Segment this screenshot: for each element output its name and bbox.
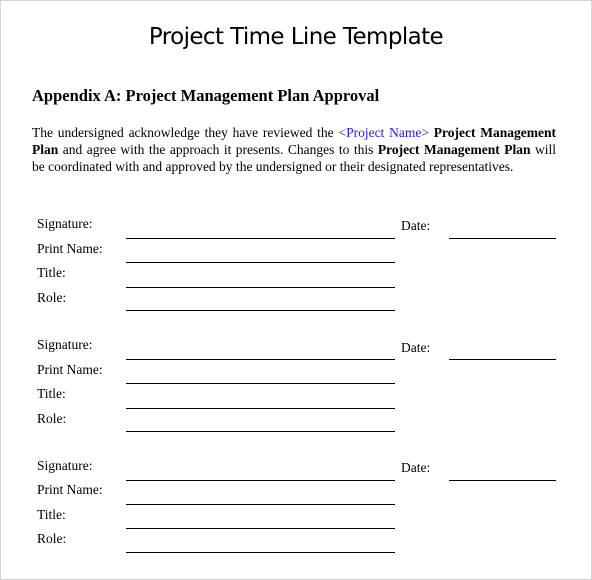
paragraph-text: and agree with the approach it presents.… [58,142,378,157]
signature-block: Signature: Date: Print Name: Title: Role… [0,216,592,326]
signature-label: Signature: [37,458,93,473]
signature-line[interactable] [126,480,395,481]
role-label: Role: [37,531,67,546]
signature-label: Signature: [37,216,93,231]
date-label: Date: [401,460,431,475]
appendix-heading: Appendix A: Project Management Plan Appr… [32,86,380,105]
role-line[interactable] [126,310,395,311]
role-label: Role: [37,411,67,426]
signature-block: Signature: Date: Print Name: Title: Role… [0,337,592,447]
role-line[interactable] [126,431,395,432]
title-line[interactable] [126,528,395,529]
title-label: Title: [37,507,66,522]
print-name-label: Print Name: [37,241,103,256]
paragraph-bold: Project Management Plan [377,142,531,157]
print-name-line[interactable] [126,504,395,505]
print-name-line[interactable] [126,262,395,263]
signature-line[interactable] [126,359,395,360]
paragraph-text: The undersigned acknowledge they have re… [32,125,339,140]
title-label: Title: [37,265,66,280]
signature-line[interactable] [126,238,395,239]
document-title: Project Time Line Template [148,24,444,50]
title-label: Title: [37,386,66,401]
print-name-label: Print Name: [37,362,103,377]
approval-paragraph: The undersigned acknowledge they have re… [32,124,556,175]
role-label: Role: [37,290,67,305]
date-label: Date: [401,218,431,233]
print-name-line[interactable] [126,383,395,384]
date-line[interactable] [449,359,556,360]
title-line[interactable] [126,408,395,409]
project-name-placeholder: <Project Name> [338,125,429,140]
print-name-label: Print Name: [37,482,103,497]
signature-label: Signature: [37,337,93,352]
date-line[interactable] [449,480,556,481]
date-label: Date: [401,340,431,355]
title-line[interactable] [126,287,395,288]
signature-block: Signature: Date: Print Name: Title: Role… [0,458,592,568]
date-line[interactable] [449,238,556,239]
role-line[interactable] [126,552,395,553]
